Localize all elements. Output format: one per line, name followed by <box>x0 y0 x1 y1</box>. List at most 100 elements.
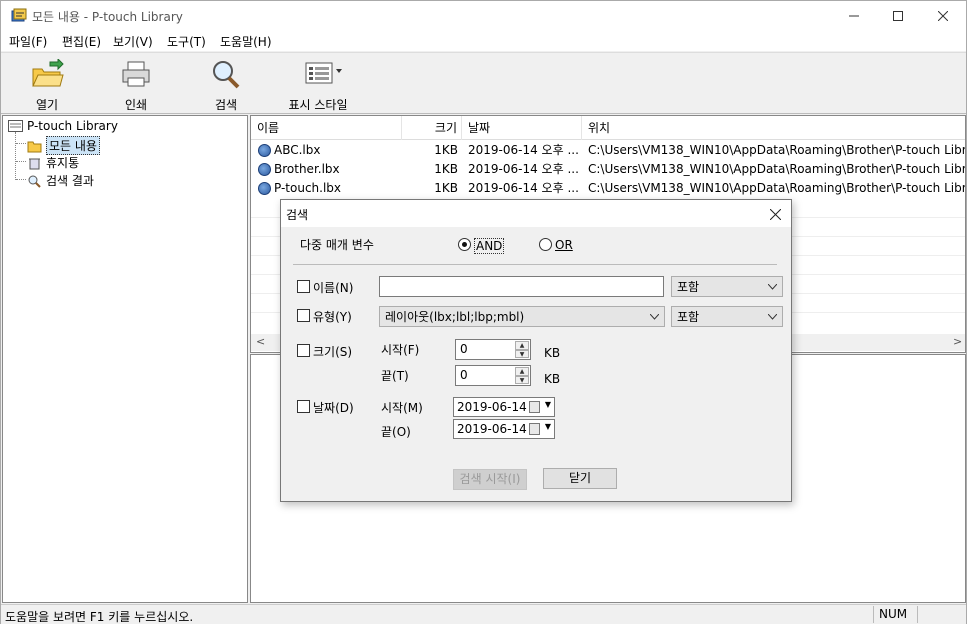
close-icon <box>769 208 781 220</box>
file-date: 2019-06-14 오후 ... <box>468 162 578 176</box>
size-end-value: 0 <box>460 368 468 382</box>
date-checkbox[interactable] <box>297 400 310 413</box>
scroll-left-icon[interactable]: < <box>256 335 265 348</box>
file-location: C:\Users\VM138_WIN10\AppData\Roaming\Bro… <box>588 143 966 157</box>
date-start-label: 시작(M) <box>381 401 423 415</box>
spin-down-icon[interactable]: ▼ <box>515 349 529 358</box>
size-end-spinner[interactable]: 0 ▲ ▼ <box>455 365 531 386</box>
chevron-down-icon <box>768 313 777 320</box>
calendar-icon[interactable] <box>529 401 540 413</box>
date-start-picker[interactable]: 2019-06-14 ▼ <box>453 397 555 417</box>
ptouch-app-icon <box>11 8 27 22</box>
printer-icon <box>122 61 150 87</box>
dropdown-arrow-icon[interactable]: ▼ <box>545 422 551 431</box>
type-checkbox[interactable] <box>297 309 310 322</box>
file-name: P-touch.lbx <box>274 181 342 195</box>
name-checkbox[interactable] <box>297 280 310 293</box>
table-row[interactable]: ABC.lbx 1KB 2019-06-14 오후 ... C:\Users\V… <box>251 141 966 160</box>
name-label: 이름(N) <box>313 281 354 295</box>
col-header-date[interactable]: 날짜 <box>462 116 582 140</box>
name-match-value: 포함 <box>677 280 700 294</box>
open-folder-icon <box>32 57 64 87</box>
menu-edit[interactable]: 편집(E) <box>62 33 101 50</box>
tree-root-label: P-touch Library <box>27 119 118 133</box>
tree-item-all-contents[interactable]: 모든 내용 <box>27 136 100 155</box>
folder-icon <box>27 141 42 152</box>
print-button[interactable]: 인쇄 <box>116 59 156 113</box>
start-search-button[interactable]: 검색 시작(I) <box>453 469 527 490</box>
lbx-file-icon <box>258 144 271 157</box>
or-label[interactable]: OR <box>555 238 573 252</box>
or-radio[interactable] <box>539 238 552 251</box>
search-label: 검색 <box>214 98 238 112</box>
tree-item-label: 모든 내용 <box>46 136 100 155</box>
table-row[interactable]: P-touch.lbx 1KB 2019-06-14 오후 ... C:\Use… <box>251 179 966 198</box>
col-header-location[interactable]: 위치 <box>582 116 965 140</box>
search-button[interactable]: 검색 <box>206 59 246 113</box>
close-icon <box>938 11 948 21</box>
calendar-icon[interactable] <box>529 423 540 435</box>
size-start-label: 시작(F) <box>381 343 420 357</box>
chevron-down-icon <box>768 283 777 290</box>
type-match-value: 포함 <box>677 310 700 324</box>
file-date: 2019-06-14 오후 ... <box>468 143 578 157</box>
close-button[interactable]: 닫기 <box>543 468 617 489</box>
size-end-label: 끝(T) <box>381 369 409 383</box>
type-select[interactable]: 레이아웃(lbx;lbl;lbp;mbl) <box>379 306 665 327</box>
size-start-spinner[interactable]: 0 ▲ ▼ <box>455 339 531 360</box>
type-match-select[interactable]: 포함 <box>671 306 783 327</box>
spin-down-icon[interactable]: ▼ <box>515 375 529 384</box>
maximize-button[interactable] <box>875 1 921 31</box>
date-end-label: 끝(O) <box>381 425 411 439</box>
print-label: 인쇄 <box>124 98 148 112</box>
name-match-select[interactable]: 포함 <box>671 276 783 297</box>
minimize-button[interactable] <box>831 1 877 31</box>
size-end-unit: KB <box>544 372 561 386</box>
type-label: 유형(Y) <box>313 310 352 324</box>
file-location: C:\Users\VM138_WIN10\AppData\Roaming\Bro… <box>588 181 966 195</box>
display-style-button[interactable]: 표시 스타일 <box>283 59 353 113</box>
file-size: 1KB <box>434 162 458 176</box>
dialog-title-bar: 검색 <box>281 200 791 227</box>
window-title: 모든 내용 - P-touch Library <box>32 10 183 24</box>
table-row[interactable]: Brother.lbx 1KB 2019-06-14 오후 ... C:\Use… <box>251 160 965 179</box>
tree-item-search-results[interactable]: 검색 결과 <box>27 172 94 189</box>
date-end-value: 2019-06-14 <box>457 422 527 436</box>
library-icon <box>8 120 23 132</box>
col-header-name[interactable]: 이름 <box>251 116 402 140</box>
open-label: 열기 <box>35 98 59 112</box>
display-style-icon <box>305 62 342 84</box>
tree-root[interactable]: P-touch Library <box>8 119 118 133</box>
search-dialog: 검색 다중 매개 변수 AND OR 이름(N) 포함 유형(Y) 레이아웃(l… <box>280 199 792 502</box>
close-window-button[interactable] <box>920 1 966 31</box>
status-bar: 도움말을 보려면 F1 키를 누르십시오. NUM <box>1 604 966 624</box>
dialog-close-button[interactable] <box>765 204 785 224</box>
date-end-picker[interactable]: 2019-06-14 ▼ <box>453 419 555 439</box>
menu-view[interactable]: 보기(V) <box>113 33 153 50</box>
tree-item-trash[interactable]: 휴지통 <box>27 154 79 171</box>
col-header-size[interactable]: 크기 <box>402 116 462 140</box>
name-input[interactable] <box>379 276 664 297</box>
menu-file[interactable]: 파일(F) <box>9 33 47 50</box>
status-num-indicator: NUM <box>873 606 918 623</box>
file-size: 1KB <box>434 181 458 195</box>
scroll-right-icon[interactable]: > <box>953 335 962 348</box>
recycle-bin-icon <box>29 158 40 169</box>
spin-up-icon[interactable]: ▲ <box>515 367 529 376</box>
size-checkbox[interactable] <box>297 344 310 357</box>
display-style-label: 표시 스타일 <box>288 98 348 112</box>
spin-up-icon[interactable]: ▲ <box>515 341 529 350</box>
menu-help[interactable]: 도움말(H) <box>220 33 272 50</box>
menu-tools[interactable]: 도구(T) <box>167 33 206 50</box>
and-label[interactable]: AND <box>474 238 505 254</box>
menu-bar: 파일(F) 편집(E) 보기(V) 도구(T) 도움말(H) <box>1 31 966 51</box>
date-start-value: 2019-06-14 <box>457 400 527 414</box>
minimize-icon <box>849 15 859 17</box>
and-radio[interactable] <box>458 238 471 251</box>
open-button[interactable]: 열기 <box>27 57 67 113</box>
file-date: 2019-06-14 오후 ... <box>468 181 578 195</box>
magnifier-icon <box>213 61 240 89</box>
type-value: 레이아웃(lbx;lbl;lbp;mbl) <box>385 310 525 324</box>
dialog-title: 검색 <box>286 208 309 222</box>
dropdown-arrow-icon[interactable]: ▼ <box>545 400 551 409</box>
